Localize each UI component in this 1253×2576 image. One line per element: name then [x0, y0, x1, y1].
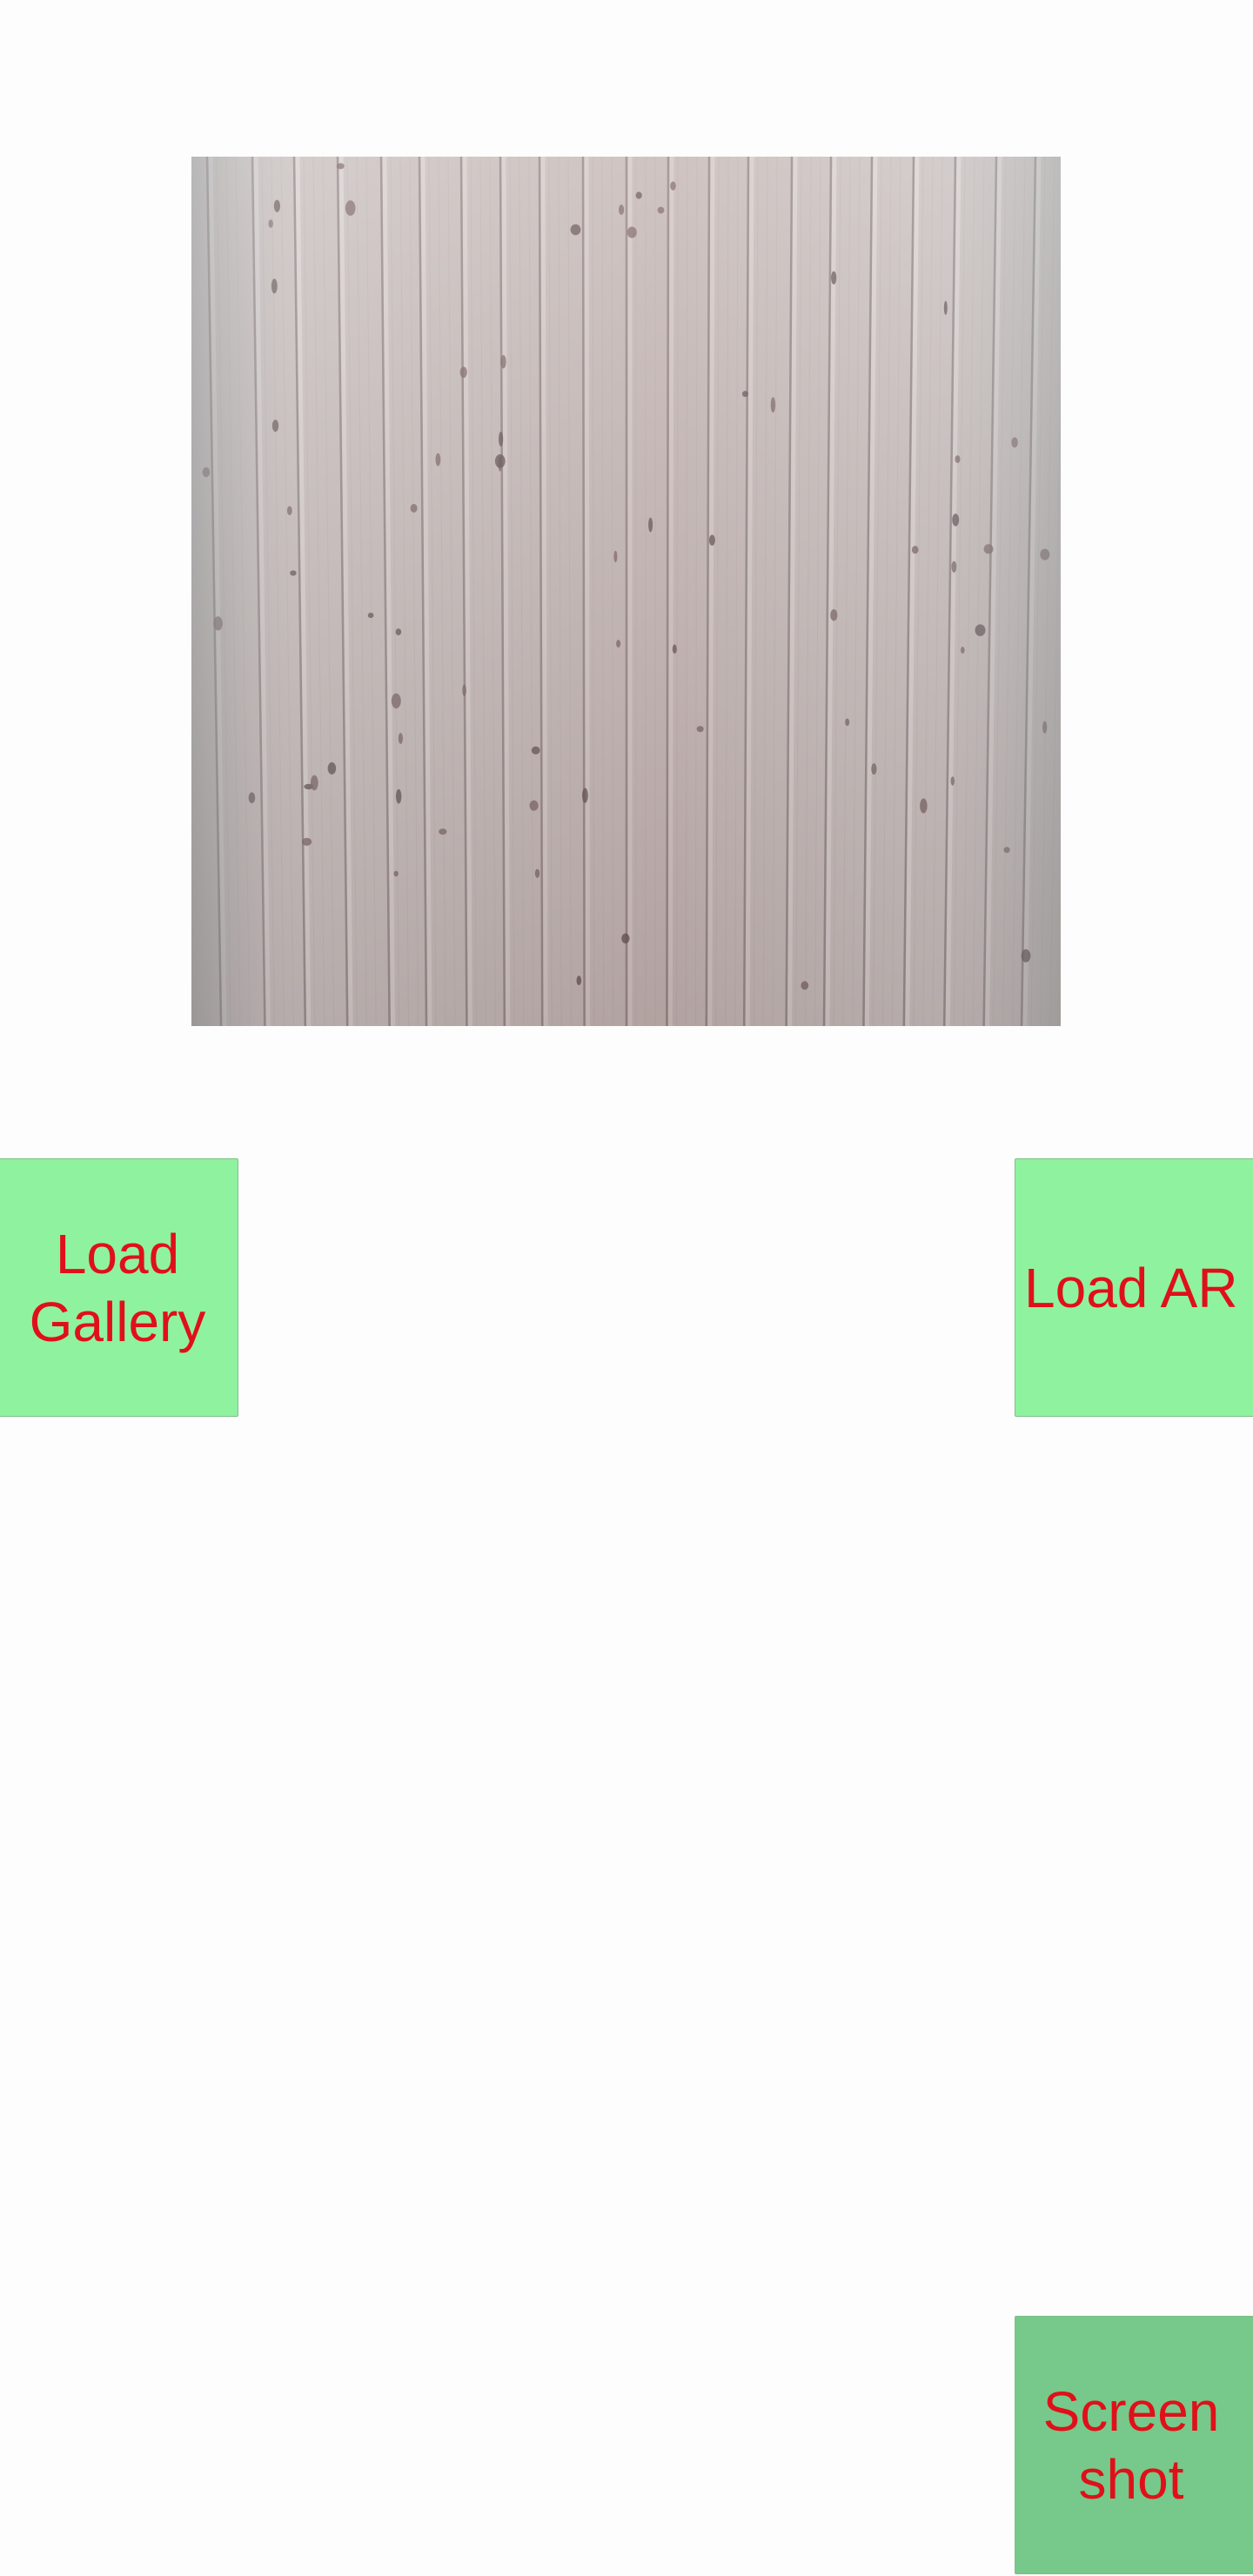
- load-ar-button[interactable]: Load AR: [1015, 1158, 1253, 1417]
- image-preview: [191, 157, 1061, 1026]
- wood-panel-photo: [191, 157, 1061, 1026]
- load-gallery-button[interactable]: Load Gallery: [0, 1158, 238, 1417]
- screenshot-button[interactable]: Screen shot: [1015, 2316, 1253, 2574]
- app-screen: Load Gallery Load AR Screen shot: [0, 0, 1253, 2576]
